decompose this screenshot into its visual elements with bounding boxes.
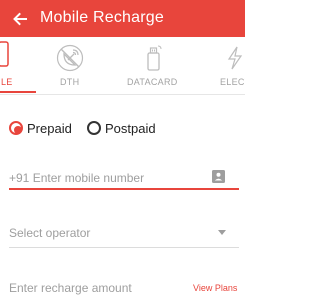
operator-select-text[interactable]: Select operator: [9, 226, 90, 240]
data-card-icon: [147, 45, 162, 71]
postpaid-label: Postpaid: [105, 121, 156, 136]
satellite-dish-icon: [56, 44, 84, 72]
operator-underline: [9, 247, 239, 248]
tab-datacard[interactable]: DATACARD: [125, 37, 185, 94]
view-plans-link[interactable]: View Plans: [193, 283, 237, 293]
electricity-icon: [227, 46, 243, 70]
mobile-phone-icon: [0, 41, 9, 67]
tab-electricity-label: ELECT: [220, 77, 245, 87]
app-bar: Mobile Recharge: [0, 0, 245, 37]
category-tabs: LE DTH DATACARD ELECT: [0, 37, 245, 95]
tab-mobile-label: LE: [1, 77, 13, 87]
page-title: Mobile Recharge: [40, 9, 164, 26]
postpaid-radio[interactable]: Postpaid: [87, 121, 162, 139]
dropdown-arrow-icon[interactable]: [218, 230, 226, 235]
tab-dth[interactable]: DTH: [50, 37, 90, 94]
tab-dth-label: DTH: [60, 77, 80, 87]
tab-mobile[interactable]: LE: [0, 37, 40, 94]
recharge-amount-input[interactable]: Enter recharge amount: [9, 281, 132, 295]
mobile-number-input[interactable]: +91 Enter mobile number: [9, 171, 144, 185]
active-tab-indicator: [0, 91, 36, 93]
prepaid-radio-circle: [9, 121, 23, 135]
mobile-number-underline: [9, 188, 239, 190]
prepaid-radio[interactable]: Prepaid: [9, 121, 73, 139]
back-arrow-icon[interactable]: [10, 9, 30, 29]
tab-datacard-label: DATACARD: [127, 77, 178, 87]
prepaid-label: Prepaid: [27, 121, 72, 136]
contact-book-icon[interactable]: [212, 170, 225, 183]
postpaid-radio-circle: [87, 121, 101, 135]
tab-electricity[interactable]: ELECT: [205, 37, 245, 94]
